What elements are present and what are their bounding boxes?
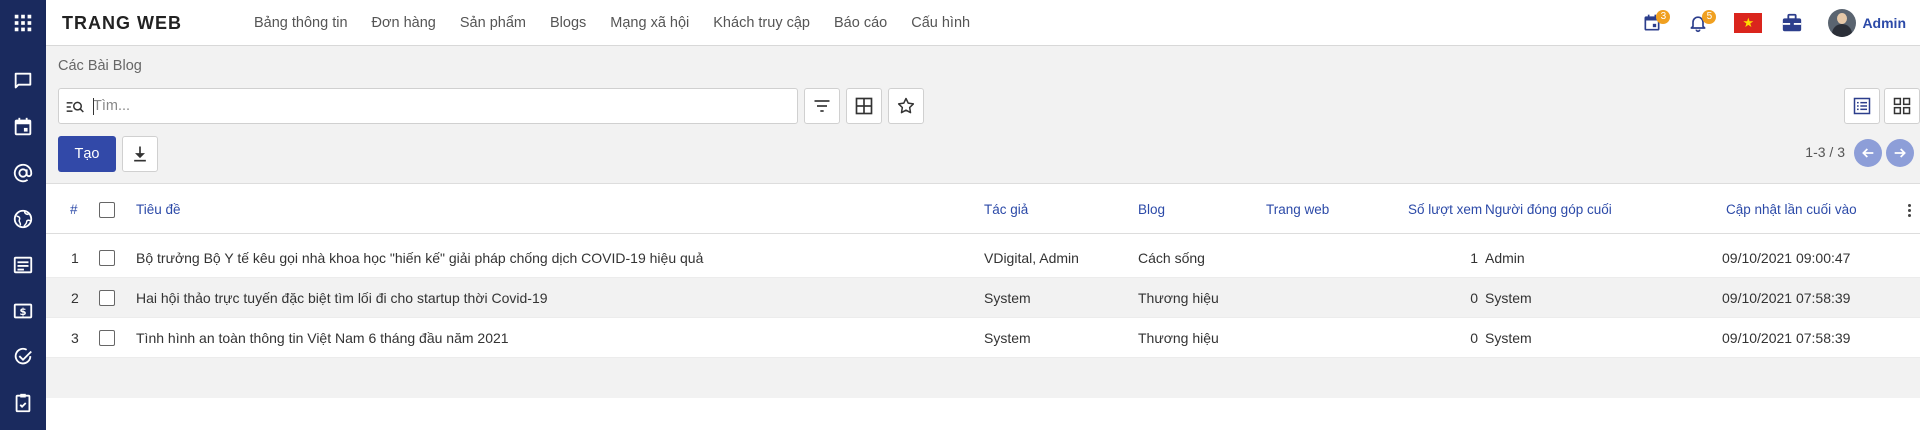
pager-value[interactable]: 1-3 / 3 <box>1805 144 1845 160</box>
app-brand[interactable]: TRANG WEB <box>62 0 182 46</box>
group-by-icon <box>855 97 873 115</box>
create-button[interactable]: Tạo <box>58 136 116 172</box>
row-blog: Thương hiệu <box>1138 290 1219 306</box>
column-header-last-contributor[interactable]: Người đóng góp cuối <box>1485 186 1612 234</box>
language-switcher[interactable]: ★ <box>1734 0 1763 46</box>
row-views: 0 <box>1470 330 1478 346</box>
filter-icon <box>814 100 830 112</box>
download-button[interactable] <box>122 136 158 172</box>
menu-item-reports[interactable]: Báo cáo <box>822 0 899 46</box>
svg-text:$: $ <box>19 307 26 318</box>
row-updated: 09/10/2021 07:58:39 <box>1722 330 1851 346</box>
search-bar[interactable] <box>58 88 798 124</box>
menu-item-orders[interactable]: Đơn hàng <box>360 0 448 46</box>
row-updated: 09/10/2021 09:00:47 <box>1722 250 1851 266</box>
top-navbar: TRANG WEB Bảng thông tin Đơn hàng Sản ph… <box>46 0 1920 46</box>
row-title: Tình hình an toàn thông tin Việt Nam 6 t… <box>136 330 509 346</box>
table-header: # Tiêu đề Tác giả Blog Trang web Số lượt… <box>46 186 1920 234</box>
empty-row <box>46 358 1920 398</box>
row-blog: Thương hiệu <box>1138 330 1219 346</box>
row-views: 0 <box>1470 290 1478 306</box>
row-last-contributor: System <box>1485 330 1532 346</box>
company-switcher[interactable] <box>1780 0 1804 46</box>
menu-item-products[interactable]: Sản phẩm <box>448 0 538 46</box>
kanban-view-icon <box>1893 97 1911 115</box>
breadcrumb[interactable]: Các Bài Blog <box>58 58 142 74</box>
star-icon <box>897 97 915 114</box>
column-header-title[interactable]: Tiêu đề <box>136 186 181 234</box>
activity-menu[interactable]: 3 <box>1642 0 1671 46</box>
globe-icon[interactable] <box>0 196 46 242</box>
optional-columns-icon[interactable] <box>1908 204 1912 219</box>
at-sign-icon[interactable] <box>0 150 46 196</box>
column-header-author[interactable]: Tác giả <box>984 186 1028 234</box>
column-header-updated[interactable]: Cập nhật lần cuối vào <box>1726 186 1857 234</box>
menu-item-social[interactable]: Mạng xã hội <box>598 0 701 46</box>
list-view-icon <box>1853 97 1871 115</box>
article-icon[interactable] <box>0 242 46 288</box>
vietnam-flag-icon: ★ <box>1734 13 1763 33</box>
flag-star: ★ <box>1742 15 1755 30</box>
column-header-website[interactable]: Trang web <box>1266 186 1329 234</box>
row-index: 3 <box>71 330 79 346</box>
row-last-contributor: System <box>1485 290 1532 306</box>
row-index: 1 <box>71 250 79 266</box>
row-blog: Cách sống <box>1138 250 1205 266</box>
row-checkbox[interactable] <box>99 290 115 306</box>
blog-posts-table: # Tiêu đề Tác giả Blog Trang web Số lượt… <box>46 186 1920 430</box>
arrow-right-icon <box>1894 148 1906 158</box>
menu-item-dashboard[interactable]: Bảng thông tin <box>242 0 360 46</box>
table-row[interactable]: 3 Tình hình an toàn thông tin Việt Nam 6… <box>46 318 1920 358</box>
menu-item-visitors[interactable]: Khách truy cập <box>701 0 822 46</box>
column-header-index: # <box>70 202 78 217</box>
column-header-views[interactable]: Số lượt xem <box>1408 186 1482 234</box>
main-menu: Bảng thông tin Đơn hàng Sản phẩm Blogs M… <box>242 0 982 46</box>
activity-count-badge: 3 <box>1656 10 1671 24</box>
apps-grid-icon[interactable] <box>0 0 46 46</box>
user-menu[interactable]: Admin <box>1828 0 1906 46</box>
menu-item-blogs[interactable]: Blogs <box>538 0 598 46</box>
row-author: System <box>984 330 1031 346</box>
table-row[interactable]: 2 Hai hội thảo trực tuyến đặc biệt tìm l… <box>46 278 1920 318</box>
text-caret <box>93 98 94 115</box>
notification-menu[interactable]: 5 <box>1688 0 1717 46</box>
clipboard-icon[interactable] <box>0 380 46 426</box>
calendar-icon[interactable] <box>0 104 46 150</box>
row-author: VDigital, Admin <box>984 250 1079 266</box>
row-updated: 09/10/2021 07:58:39 <box>1722 290 1851 306</box>
table-row[interactable]: 1 Bộ trưởng Bộ Y tế kêu gọi nhà khoa học… <box>46 238 1920 278</box>
check-circle-icon[interactable] <box>0 334 46 380</box>
filter-button[interactable] <box>804 88 840 124</box>
menu-item-configuration[interactable]: Cấu hình <box>899 0 982 46</box>
avatar <box>1828 9 1857 37</box>
money-icon[interactable]: $ <box>0 288 46 334</box>
row-author: System <box>984 290 1031 306</box>
row-checkbox[interactable] <box>99 330 115 346</box>
chat-icon[interactable] <box>0 58 46 104</box>
user-name: Admin <box>1862 15 1906 31</box>
row-index: 2 <box>71 290 79 306</box>
favorites-button[interactable] <box>888 88 924 124</box>
row-views: 1 <box>1470 250 1478 266</box>
download-icon <box>134 146 146 162</box>
kanban-view-button[interactable] <box>1884 88 1920 124</box>
systray: 3 5 ★ Admin <box>1642 0 1920 46</box>
briefcase-icon <box>1783 13 1802 32</box>
row-checkbox[interactable] <box>99 250 115 266</box>
search-options-icon <box>66 101 84 113</box>
pager-next-button[interactable] <box>1886 139 1914 167</box>
arrow-left-icon <box>1862 148 1874 158</box>
column-header-blog[interactable]: Blog <box>1138 186 1165 234</box>
row-title: Hai hội thảo trực tuyến đặc biệt tìm lối… <box>136 290 548 306</box>
select-all-checkbox[interactable] <box>99 202 115 218</box>
search-input[interactable] <box>93 95 783 117</box>
row-last-contributor: Admin <box>1485 250 1525 266</box>
list-view-button[interactable] <box>1844 88 1880 124</box>
group-by-button[interactable] <box>846 88 882 124</box>
left-rail: $ <box>0 0 46 430</box>
row-title: Bộ trưởng Bộ Y tế kêu gọi nhà khoa học "… <box>136 250 704 266</box>
pager-previous-button[interactable] <box>1854 139 1882 167</box>
notification-count-badge: 5 <box>1702 10 1717 24</box>
control-panel: Các Bài Blog Tạo 1-3 / 3 <box>46 46 1920 184</box>
